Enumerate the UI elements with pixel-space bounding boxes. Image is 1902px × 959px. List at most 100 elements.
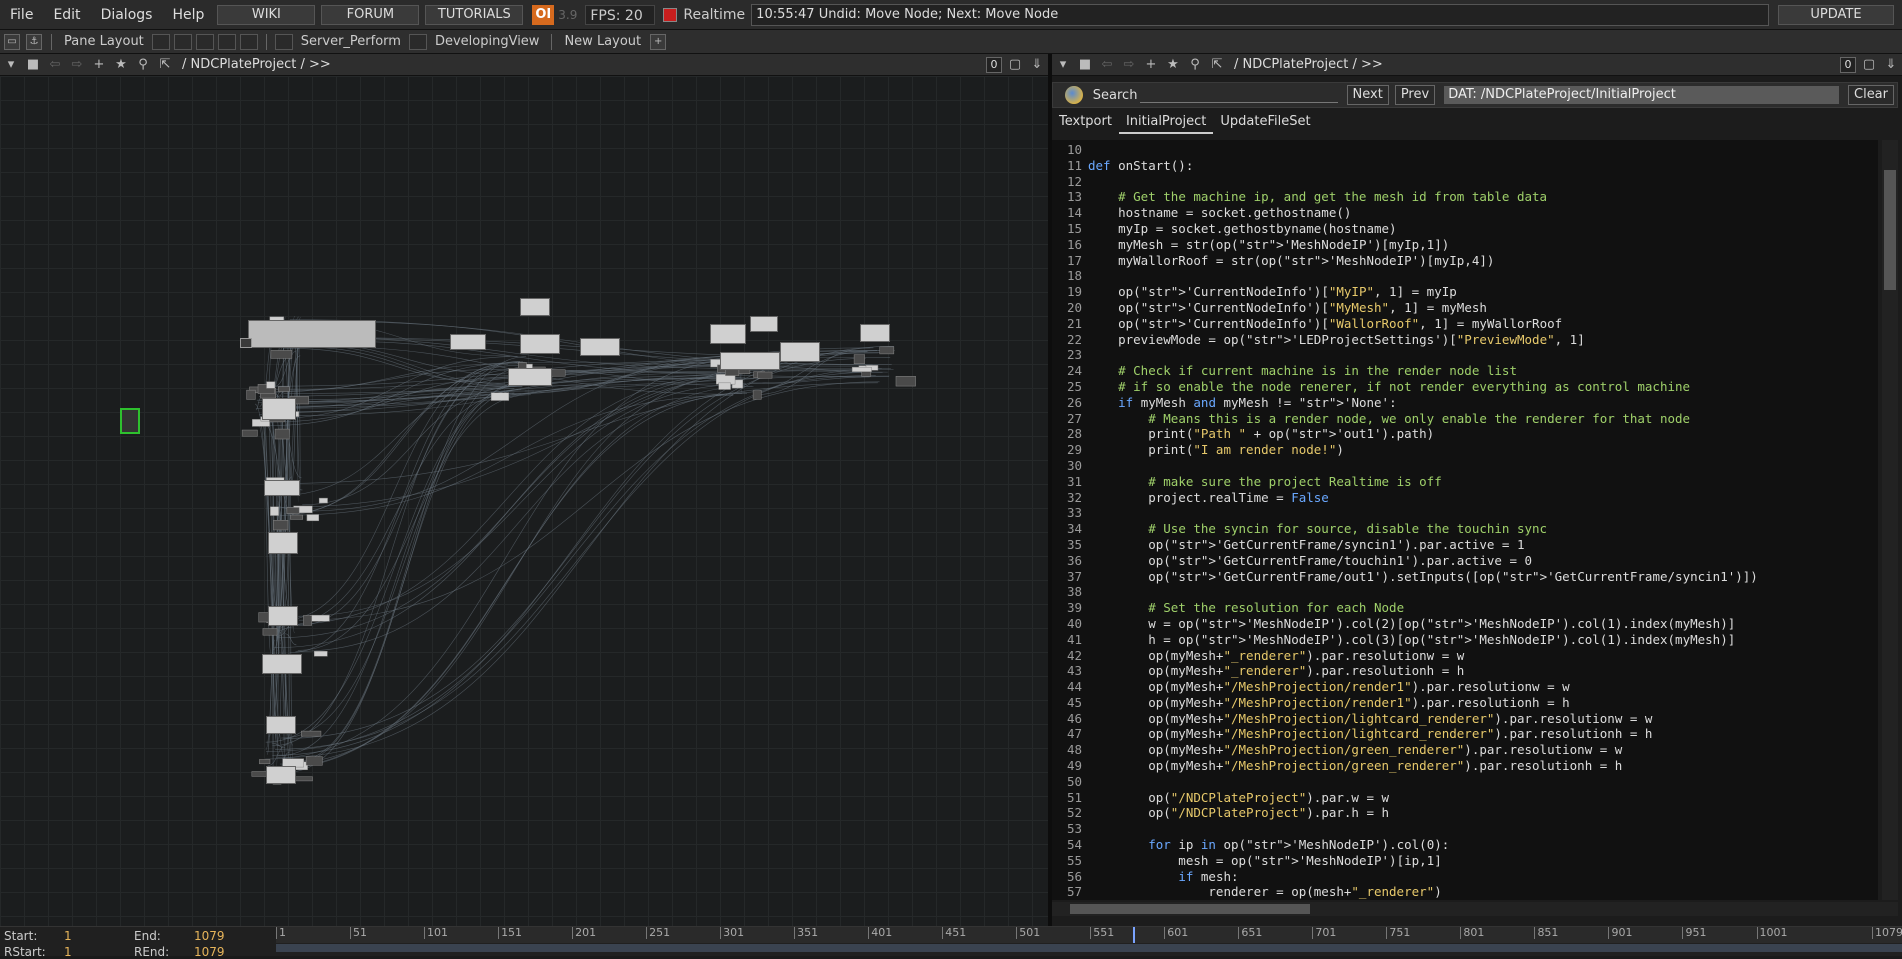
code-line[interactable]: 26 if myMesh and myMesh != "str">'None':: [1052, 395, 1878, 411]
code-line[interactable]: 24 # Check if current machine is in the …: [1052, 363, 1878, 379]
timeline-ruler[interactable]: 1511011512012513013514014515015516016517…: [276, 927, 1902, 943]
operator-node[interactable]: [750, 316, 778, 332]
back-icon[interactable]: ⇦: [1099, 57, 1115, 73]
code-line[interactable]: 54 for ip in op("str">'MeshNodeIP').col(…: [1052, 837, 1878, 853]
stop-icon[interactable]: ■: [25, 57, 41, 73]
code-line[interactable]: 39 # Set the resolution for each Node: [1052, 600, 1878, 616]
layout-split-horizontal-icon[interactable]: [196, 34, 214, 50]
operator-node[interactable]: [290, 515, 302, 519]
tutorials-button[interactable]: TUTORIALS: [425, 5, 523, 25]
code-line[interactable]: 25 # if so enable the node renerer, if n…: [1052, 379, 1878, 395]
start-value[interactable]: 1: [64, 929, 72, 943]
code-line[interactable]: 52 op("/NDCPlateProject").par.h = h: [1052, 805, 1878, 821]
maximize-icon[interactable]: ▢: [1861, 57, 1877, 73]
operator-node[interactable]: [271, 350, 292, 358]
menu-edit[interactable]: Edit: [43, 0, 90, 30]
code-line[interactable]: 12: [1052, 174, 1878, 190]
code-line[interactable]: 56 if mesh:: [1052, 869, 1878, 885]
code-line[interactable]: 55 mesh = op("str">'MeshNodeIP')[ip,1]: [1052, 853, 1878, 869]
code-line[interactable]: 38: [1052, 584, 1878, 600]
pane-menu-icon[interactable]: ▾: [1055, 57, 1071, 73]
operator-node[interactable]: [275, 429, 289, 439]
operator-node[interactable]: [450, 334, 486, 350]
layout-single-icon[interactable]: [152, 34, 170, 50]
operator-node[interactable]: [319, 498, 327, 503]
operator-node[interactable]: [266, 716, 296, 734]
rend-value[interactable]: 1079: [194, 945, 225, 959]
link-icon[interactable]: ⇱: [1209, 57, 1225, 73]
code-editor[interactable]: 1011def onStart():1213 # Get the machine…: [1052, 140, 1878, 900]
operator-node[interactable]: [896, 376, 916, 386]
layout-quad-icon[interactable]: [240, 34, 258, 50]
rstart-value[interactable]: 1: [64, 945, 72, 959]
search-op-icon[interactable]: ⚲: [135, 57, 151, 73]
code-line[interactable]: 49 op(myMesh+"/MeshProjection/green_rend…: [1052, 758, 1878, 774]
operator-node[interactable]: [287, 507, 299, 513]
operator-node[interactable]: [580, 338, 620, 356]
operator-node[interactable]: [491, 393, 509, 401]
tab-initialproject[interactable]: InitialProject: [1119, 112, 1213, 134]
tab-updatefileset[interactable]: UpdateFileSet: [1213, 112, 1317, 134]
operator-node[interactable]: [520, 298, 550, 316]
code-line[interactable]: 18: [1052, 268, 1878, 284]
code-line[interactable]: 57 renderer = op(mesh+"_renderer"): [1052, 884, 1878, 900]
code-line[interactable]: 30: [1052, 458, 1878, 474]
bookmark-star-icon[interactable]: ★: [113, 57, 129, 73]
forum-button[interactable]: FORUM: [321, 5, 419, 25]
layout-developing-view[interactable]: DevelopingView: [435, 34, 539, 49]
code-line[interactable]: 31 # make sure the project Realtime is o…: [1052, 474, 1878, 490]
dat-network-path[interactable]: / NDCPlateProject / >>: [1234, 57, 1383, 72]
operator-node[interactable]: [880, 347, 894, 354]
code-line[interactable]: 53: [1052, 821, 1878, 837]
oi-button[interactable]: OI: [532, 5, 554, 25]
code-line[interactable]: 34 # Use the syncin for source, disable …: [1052, 521, 1878, 537]
operator-node[interactable]: [267, 382, 275, 389]
pane-menu-icon[interactable]: ▾: [3, 57, 19, 73]
operator-node[interactable]: [264, 480, 300, 496]
operator-node[interactable]: [307, 515, 319, 521]
layout-preset-icon[interactable]: [275, 34, 293, 50]
code-line[interactable]: 27 # Means this is a render node, we onl…: [1052, 411, 1878, 427]
code-line[interactable]: 37 op("str">'GetCurrentFrame/out1').setI…: [1052, 569, 1878, 585]
operator-node[interactable]: [310, 615, 329, 621]
bookmark-star-icon[interactable]: ★: [1165, 57, 1181, 73]
operator-node[interactable]: [860, 324, 890, 342]
timeline-range-bar[interactable]: [276, 944, 1902, 952]
vertical-scrollbar[interactable]: [1882, 140, 1898, 900]
selected-node[interactable]: [120, 408, 140, 434]
operator-node[interactable]: [252, 772, 267, 777]
code-line[interactable]: 22 previewMode = op("str">'LEDProjectSet…: [1052, 332, 1878, 348]
scroll-thumb[interactable]: [1070, 904, 1310, 914]
operator-node[interactable]: [301, 731, 321, 736]
stop-icon[interactable]: ■: [1077, 57, 1093, 73]
clear-button[interactable]: Clear: [1848, 85, 1894, 105]
code-line[interactable]: 50: [1052, 774, 1878, 790]
operator-node[interactable]: [710, 324, 746, 344]
code-line[interactable]: 36 op("str">'GetCurrentFrame/touchin1').…: [1052, 553, 1878, 569]
operator-node[interactable]: [263, 629, 277, 636]
code-line[interactable]: 28 print("Path " + op("str">'out1').path…: [1052, 426, 1878, 442]
operator-node[interactable]: [719, 383, 731, 390]
network-path[interactable]: / NDCPlateProject / >>: [182, 57, 331, 72]
operator-node[interactable]: [278, 387, 289, 392]
code-line[interactable]: 20 op("str">'CurrentNodeInfo')["MyMesh",…: [1052, 300, 1878, 316]
next-button[interactable]: Next: [1347, 85, 1389, 105]
operator-node[interactable]: [314, 651, 327, 656]
playhead[interactable]: [1133, 927, 1135, 943]
operator-node[interactable]: [753, 391, 761, 400]
layout-split-vertical-icon[interactable]: [174, 34, 192, 50]
menu-dialogs[interactable]: Dialogs: [91, 0, 163, 30]
forward-icon[interactable]: ⇨: [1121, 57, 1137, 73]
code-line[interactable]: 15 myIp = socket.gethostbyname(hostname): [1052, 221, 1878, 237]
code-line[interactable]: 40 w = op("str">'MeshNodeIP').col(2)[op(…: [1052, 616, 1878, 632]
operator-node[interactable]: [247, 390, 256, 399]
code-line[interactable]: 16 myMesh = str(op("str">'MeshNodeIP')[m…: [1052, 237, 1878, 253]
add-layout-button[interactable]: +: [650, 34, 666, 50]
operator-node[interactable]: [242, 430, 257, 436]
operator-node[interactable]: [306, 757, 322, 766]
operator-node[interactable]: [273, 520, 288, 530]
layout-preset-icon[interactable]: [409, 34, 427, 50]
code-line[interactable]: 51 op("/NDCPlateProject").par.w = w: [1052, 790, 1878, 806]
layout-server-perform[interactable]: Server_Perform: [301, 34, 401, 49]
forward-icon[interactable]: ⇨: [69, 57, 85, 73]
